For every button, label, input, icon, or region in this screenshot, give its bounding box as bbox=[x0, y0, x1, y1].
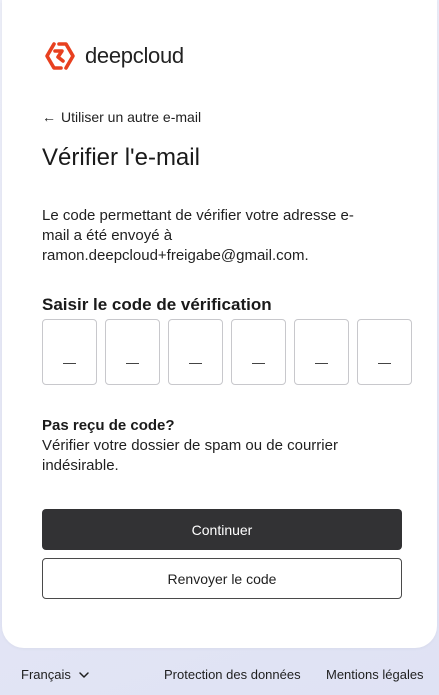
code-digit-1[interactable] bbox=[42, 319, 97, 385]
brand-name: deepcloud bbox=[85, 43, 184, 68]
use-other-email-link[interactable]: ← Utiliser un autre e-mail bbox=[42, 109, 201, 125]
continue-button[interactable]: Continuer bbox=[42, 509, 402, 550]
no-code-title: Pas reçu de code? bbox=[42, 417, 175, 434]
verification-description: Le code permettant de vérifier votre adr… bbox=[42, 206, 402, 266]
description-line-2: mail a été envoyé à bbox=[42, 227, 173, 244]
no-code-help-text: Vérifier votre dossier de spam ou de cou… bbox=[42, 437, 338, 474]
use-other-email-label: Utiliser un autre e-mail bbox=[61, 109, 202, 125]
resend-code-button[interactable]: Renvoyer le code bbox=[42, 558, 402, 599]
placeholder-dash bbox=[189, 363, 202, 364]
brand-logo: deepcloud bbox=[44, 40, 184, 72]
placeholder-dash bbox=[378, 363, 391, 364]
privacy-link[interactable]: Protection des données bbox=[164, 667, 301, 682]
legal-notice-link[interactable]: Mentions légales bbox=[326, 667, 424, 682]
recipient-email: ramon.deepcloud+freigabe@gmail.com. bbox=[42, 247, 309, 264]
language-label: Français bbox=[21, 667, 71, 682]
code-digit-2[interactable] bbox=[105, 319, 160, 385]
placeholder-dash bbox=[63, 363, 76, 364]
deepcloud-logo-icon bbox=[45, 42, 75, 70]
code-digit-4[interactable] bbox=[231, 319, 286, 385]
code-input-label: Saisir le code de vérification bbox=[42, 295, 272, 314]
description-line-1: Le code permettant de vérifier votre adr… bbox=[42, 207, 354, 224]
page-title: Vérifier l'e-mail bbox=[42, 144, 200, 171]
arrow-left-icon: ← bbox=[42, 109, 56, 125]
placeholder-dash bbox=[315, 363, 328, 364]
code-digit-6[interactable] bbox=[357, 319, 412, 385]
placeholder-dash bbox=[126, 363, 139, 364]
verification-card: deepcloud ← Utiliser un autre e-mail Vér… bbox=[2, 0, 437, 648]
verification-code-inputs bbox=[42, 319, 412, 385]
language-selector[interactable]: Français bbox=[21, 667, 90, 682]
code-digit-5[interactable] bbox=[294, 319, 349, 385]
chevron-down-icon bbox=[79, 671, 89, 678]
placeholder-dash bbox=[252, 363, 265, 364]
code-digit-3[interactable] bbox=[168, 319, 223, 385]
